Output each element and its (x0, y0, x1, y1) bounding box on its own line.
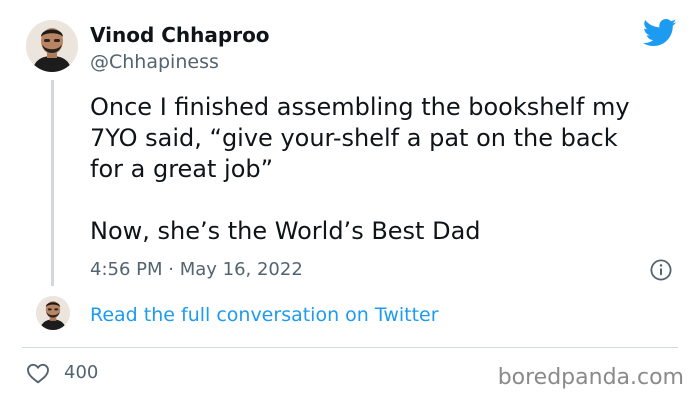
read-conversation-link[interactable]: Read the full conversation on Twitter (90, 303, 439, 327)
author-avatar[interactable] (26, 20, 78, 72)
tweet-line: Once I finished assembling the bookshelf… (90, 93, 630, 121)
like-count: 400 (64, 362, 99, 383)
tweet-text: Once I finished assembling the bookshelf… (90, 92, 680, 247)
author-name[interactable]: Vinod Chhaproo (90, 22, 270, 48)
tweet-line: 7YO said, “give your-shelf a pat on the … (90, 124, 618, 152)
twitter-bird-icon[interactable] (643, 18, 677, 48)
thread-line (51, 80, 54, 286)
tweet-timestamp[interactable]: 4:56 PM · May 16, 2022 (90, 258, 303, 282)
avatar-image (26, 20, 78, 72)
tweet-line: for a great job” (90, 155, 274, 183)
tweet-line: Now, she’s the World’s Best Dad (90, 217, 481, 245)
divider (22, 347, 678, 348)
author-handle[interactable]: @Chhapiness (90, 50, 219, 74)
heart-icon[interactable] (26, 362, 50, 384)
reply-avatar[interactable] (36, 296, 70, 330)
info-icon[interactable] (650, 259, 672, 281)
tweet-card: Vinod Chhaproo @Chhapiness Once I finish… (0, 0, 700, 400)
avatar-image (36, 296, 70, 330)
watermark: boredpanda.com (497, 365, 684, 390)
